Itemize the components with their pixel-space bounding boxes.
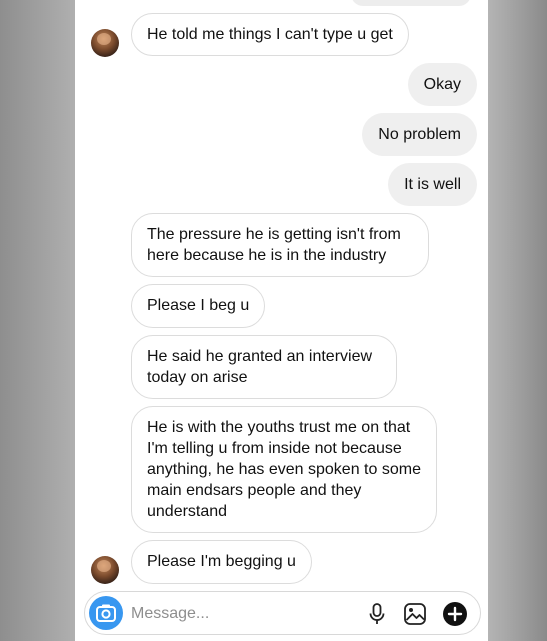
previous-message-bubble bbox=[351, 0, 471, 6]
message-text: Okay bbox=[423, 76, 461, 93]
microphone-icon bbox=[369, 603, 385, 624]
message-bubble-outgoing[interactable]: No problem bbox=[362, 113, 477, 156]
message-bubble-incoming[interactable]: He is with the youths trust me on that I… bbox=[131, 406, 437, 533]
add-button[interactable] bbox=[442, 601, 468, 627]
blurred-backdrop-right bbox=[487, 0, 547, 641]
message-text: He told me things I can't type u get bbox=[147, 26, 393, 43]
message-bubble-outgoing[interactable]: It is well bbox=[388, 163, 477, 206]
sender-avatar[interactable] bbox=[91, 29, 119, 57]
message-text: Please I'm begging u bbox=[147, 553, 296, 570]
camera-icon bbox=[96, 604, 116, 622]
message-bubble-incoming[interactable]: The pressure he is getting isn't from he… bbox=[131, 213, 429, 277]
message-composer[interactable]: Message... bbox=[84, 591, 481, 635]
sender-avatar[interactable] bbox=[91, 556, 119, 584]
message-bubble-incoming[interactable]: He said he granted an interview today on… bbox=[131, 335, 397, 399]
add-icon bbox=[443, 602, 467, 626]
message-bubble-incoming[interactable]: He told me things I can't type u get bbox=[131, 13, 409, 56]
message-bubble-incoming[interactable]: Please I beg u bbox=[131, 284, 266, 328]
message-bubble-outgoing[interactable]: Okay bbox=[407, 63, 477, 106]
message-text: The pressure he is getting isn't from he… bbox=[147, 226, 401, 264]
microphone-button[interactable] bbox=[364, 601, 390, 627]
camera-button[interactable] bbox=[89, 596, 123, 630]
chat-screen: He told me things I can't type u get Oka… bbox=[75, 0, 488, 641]
message-input-placeholder[interactable]: Message... bbox=[131, 604, 209, 624]
gallery-button[interactable] bbox=[402, 601, 428, 627]
message-text: He said he granted an interview today on… bbox=[147, 348, 373, 386]
message-text: It is well bbox=[404, 176, 461, 193]
message-text: Please I beg u bbox=[147, 297, 250, 314]
message-text: No problem bbox=[378, 126, 461, 143]
blurred-backdrop-left bbox=[0, 0, 76, 641]
gallery-icon bbox=[404, 603, 426, 625]
message-bubble-incoming[interactable]: Please I'm begging u bbox=[131, 540, 312, 584]
message-text: He is with the youths trust me on that I… bbox=[147, 419, 421, 520]
